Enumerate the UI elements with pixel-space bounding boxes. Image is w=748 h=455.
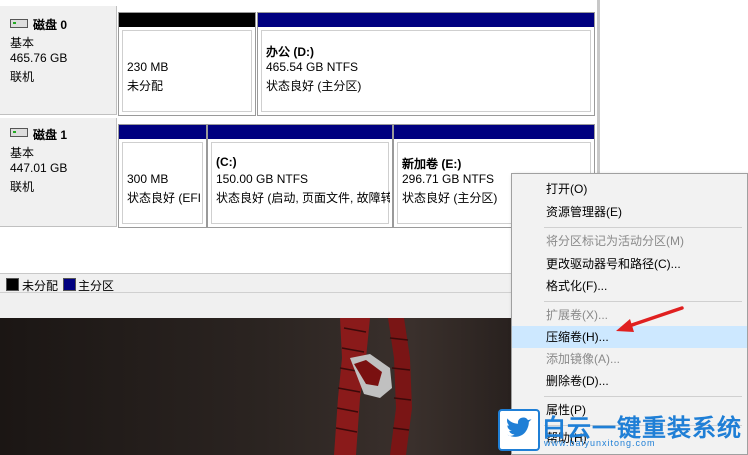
partition-size: 150.00 GB NTFS [216,172,309,186]
partition-status: 状态良好 (主分区) [266,79,362,93]
menu-separator [544,227,742,228]
brand-url: www.baiyunxitong.com [544,438,656,448]
partition-d[interactable]: 办公 (D:) 465.54 GB NTFS 状态良好 (主分区) [257,12,595,116]
spiderman-figure-image [334,318,412,455]
partition-bar [119,13,255,27]
partition-size: 300 MB [127,172,169,186]
window-status-strip [0,292,600,319]
legend-swatch-unallocated [6,278,19,291]
partition-label: (C:) [216,155,237,169]
menu-item-mark-active[interactable]: 将分区标记为活动分区(M) [512,230,747,252]
menu-item-add-mirror[interactable]: 添加镜像(A)... [512,348,747,370]
partition-efi[interactable]: 300 MB 状态良好 (EFI [118,124,207,228]
disk-name: 磁盘 0 [33,18,68,32]
menu-item-delete-volume[interactable]: 删除卷(D)... [512,370,747,392]
partition-status: 状态良好 (启动, 页面文件, 故障转 [216,191,390,205]
disk-name: 磁盘 1 [33,128,68,142]
disk-icon [10,19,28,28]
partition-bar [119,125,206,139]
red-arrow-annotation [616,306,684,332]
disk-0-label[interactable]: 磁盘 0 基本 465.76 GB 联机 [0,6,117,115]
disk-status: 联机 [10,70,35,84]
menu-separator [544,396,742,397]
partition-size: 230 MB [127,60,169,74]
partition-unallocated[interactable]: 230 MB 未分配 [118,12,256,116]
partition-bar [258,13,594,27]
disk-management-window: 磁盘 0 基本 465.76 GB 联机 230 MB 未分配 办公 (D:) … [0,0,600,319]
legend-swatch-primary [63,278,76,291]
disk-size: 465.76 GB [10,51,68,65]
disk-type: 基本 [10,36,35,50]
disk-1-label[interactable]: 磁盘 1 基本 447.01 GB 联机 [0,118,117,227]
partition-status: 未分配 [127,79,164,93]
disk-status: 联机 [10,180,35,194]
disk-size: 447.01 GB [10,161,68,175]
partition-label: 新加卷 (E:) [402,157,462,171]
partition-label: 办公 (D:) [266,45,314,59]
disk-row-0: 磁盘 0 基本 465.76 GB 联机 230 MB 未分配 办公 (D:) … [0,6,597,116]
menu-item-explorer[interactable]: 资源管理器(E) [512,201,747,223]
partition-status: 状态良好 (EFI [127,191,201,205]
partition-bar [208,125,392,139]
watermark-logo: 白云一键重装系统 www.baiyunxitong.com [494,404,746,454]
partition-status: 状态良好 (主分区) [402,191,498,205]
menu-item-open[interactable]: 打开(O) [512,178,747,200]
menu-separator [544,301,742,302]
partition-bar [394,125,594,139]
disk-row-1: 磁盘 1 基本 447.01 GB 联机 300 MB 状态良好 (EFI (C… [0,118,597,228]
menu-item-format[interactable]: 格式化(F)... [512,275,747,297]
twitter-bird-icon [498,409,540,451]
legend: 未分配 主分区 [0,273,597,293]
partition-size: 296.71 GB NTFS [402,172,495,186]
disk-icon [10,128,28,137]
menu-item-change-drive-letter[interactable]: 更改驱动器号和路径(C)... [512,253,747,275]
disk-type: 基本 [10,146,35,160]
partition-c[interactable]: (C:) 150.00 GB NTFS 状态良好 (启动, 页面文件, 故障转 [207,124,393,228]
partition-size: 465.54 GB NTFS [266,60,359,74]
